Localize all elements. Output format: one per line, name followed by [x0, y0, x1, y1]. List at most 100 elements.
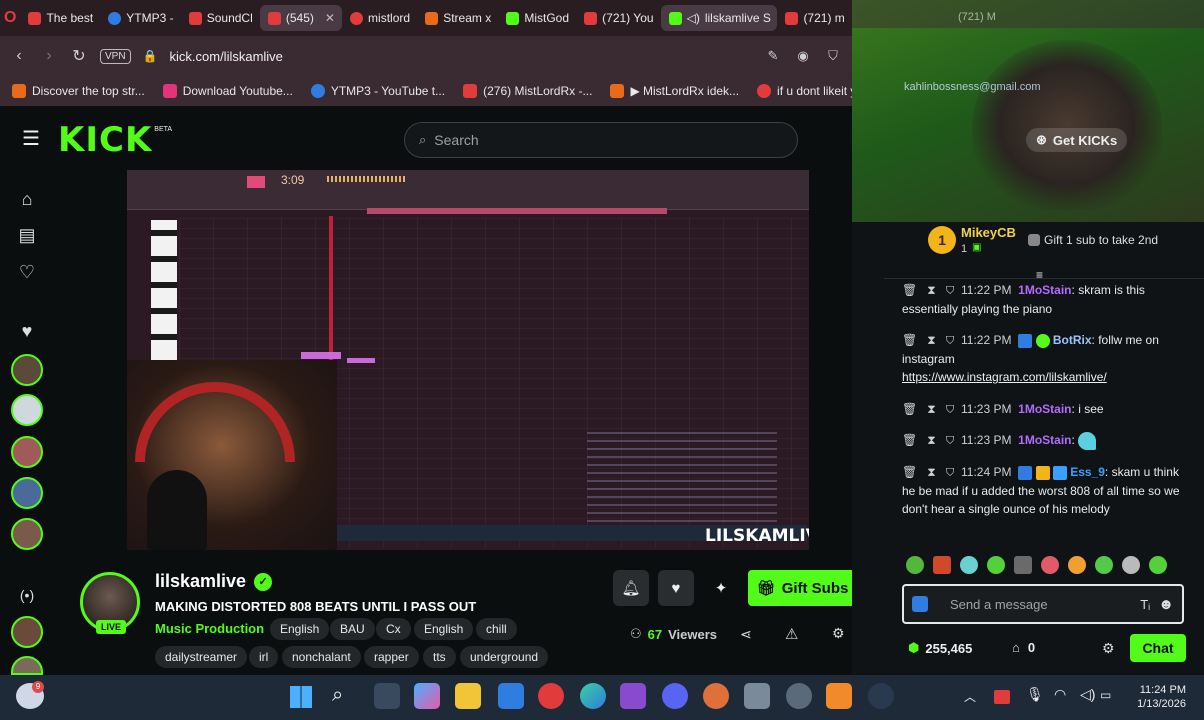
ban-icon[interactable]: ⛉ [946, 433, 955, 447]
windows-start-icon[interactable] [290, 686, 312, 708]
browser-tab[interactable]: (545) ✕ [259, 5, 343, 31]
tag-chip[interactable]: underground [460, 646, 549, 668]
tray-chevron-icon[interactable]: ︿ [964, 688, 976, 705]
emoji-picker-icon[interactable]: ☻ [1158, 596, 1174, 613]
url-field[interactable]: kick.com/lilskamlive [170, 49, 752, 64]
video-player[interactable]: 3:09 LILSKAMLIVE [127, 170, 809, 550]
followed-channel-avatar[interactable] [11, 518, 43, 550]
app-icon[interactable] [498, 683, 524, 709]
tag-chip[interactable]: BAU [330, 618, 375, 640]
live-broadcast-icon[interactable]: (•) [14, 582, 40, 608]
browse-icon[interactable]: ▤ [14, 222, 40, 248]
bookmark-item[interactable]: ▶ MistLordRx idek... [610, 84, 739, 98]
search-input[interactable]: Search [434, 132, 478, 148]
hamburger-menu-icon[interactable]: ☰ [22, 126, 40, 151]
copilot-icon[interactable] [414, 683, 440, 709]
channel-points[interactable]: ⬢ 255,465 [908, 640, 972, 656]
chat-username[interactable]: BotRix [1053, 333, 1092, 347]
followed-channel-avatar[interactable] [11, 354, 43, 386]
following-heart-icon[interactable]: ♡ [14, 259, 40, 285]
bookmark-item[interactable]: Download Youtube... [162, 84, 293, 98]
discord-icon[interactable] [662, 683, 688, 709]
edge-icon[interactable] [580, 683, 606, 709]
bookmark-item[interactable]: Discover the top str... [12, 84, 145, 98]
shield-icon[interactable]: ⛉ [824, 48, 842, 64]
timeout-icon[interactable]: ⧗ [927, 465, 935, 479]
tag-chip[interactable]: dailystreamer [155, 646, 248, 668]
followed-channel-avatar[interactable] [11, 394, 43, 426]
home-icon[interactable]: ⌂ [14, 186, 40, 212]
tag-chip[interactable]: Cx [376, 618, 411, 640]
share-icon[interactable]: ⋖ [740, 626, 752, 643]
tag-chip[interactable]: English [414, 618, 474, 640]
timeout-icon[interactable]: ⧗ [927, 283, 935, 297]
tag-chip[interactable]: irl [249, 646, 279, 668]
recommended-channel-avatar[interactable] [11, 616, 43, 648]
ban-icon[interactable]: ⛉ [946, 283, 955, 297]
camera-app-icon[interactable] [744, 683, 770, 709]
gift-subs-button[interactable]: 🎁︎ Gift Subs [748, 570, 857, 606]
app-icon[interactable] [703, 683, 729, 709]
tray-app-icon[interactable] [994, 690, 1010, 704]
user-settings-icon[interactable]: ⚙ [832, 625, 845, 642]
tag-chip[interactable]: nonchalant [282, 646, 361, 668]
browser-tab[interactable]: (721) m [777, 5, 852, 31]
task-view-icon[interactable] [374, 683, 400, 709]
emote-icon[interactable] [1149, 556, 1167, 574]
ban-icon[interactable]: ⛉ [946, 333, 955, 347]
channel-name[interactable]: lilskamlive [155, 571, 246, 592]
chat-link[interactable]: https://www.instagram.com/lilskamlive/ [902, 370, 1107, 384]
taskbar-search-icon[interactable]: ⌕ [332, 684, 343, 707]
delete-icon[interactable]: 🗑︎ [902, 283, 917, 297]
followed-channel-avatar[interactable] [11, 436, 43, 468]
reload-icon[interactable]: ↻ [70, 46, 88, 66]
chat-username[interactable]: 1MoStain [1018, 402, 1071, 416]
delete-icon[interactable]: 🗑︎ [902, 402, 917, 416]
chat-send-button[interactable]: Chat [1130, 634, 1186, 662]
browser-tab[interactable]: YTMP3 - [100, 5, 180, 31]
bookmark-item[interactable]: YTMP3 - YouTube t... [310, 84, 445, 98]
app-icon[interactable] [786, 683, 812, 709]
kick-logo[interactable]: KICK BETA [58, 120, 172, 160]
timeout-icon[interactable]: ⧗ [927, 333, 935, 347]
delete-icon[interactable]: 🗑︎ [902, 465, 917, 479]
browser-tab[interactable]: (721) You [576, 5, 660, 31]
gift-sub-prompt[interactable]: Gift 1 sub to take 2nd [1028, 233, 1158, 247]
search-bar[interactable]: ⌕ Search [404, 122, 798, 158]
leaderboard-user[interactable]: MikeyCB [961, 225, 1016, 240]
microphone-icon[interactable]: 🎙︎ [1026, 686, 1044, 703]
camera-icon[interactable]: ◉ [794, 48, 812, 64]
emote-icon[interactable] [1095, 556, 1113, 574]
emote-icon[interactable] [960, 556, 978, 574]
emote-icon[interactable] [987, 556, 1005, 574]
sparkle-button[interactable]: ✦ [703, 570, 739, 606]
tag-chip[interactable]: tts [423, 646, 456, 668]
tag-chip[interactable]: English [270, 618, 330, 640]
file-explorer-icon[interactable] [455, 683, 481, 709]
chat-settings-icon[interactable]: ⚙ [1102, 640, 1115, 657]
emote-icon[interactable] [1122, 556, 1140, 574]
emote-icon[interactable] [906, 556, 924, 574]
wifi-icon[interactable]: ◠ [1054, 686, 1066, 703]
lock-icon[interactable]: 🔒 [143, 49, 158, 63]
delete-icon[interactable]: 🗑︎ [902, 333, 917, 347]
ban-icon[interactable]: ⛉ [946, 465, 955, 479]
chat-input-box[interactable]: Send a message Tᵢ ☻ [902, 584, 1184, 624]
notification-bell-button[interactable]: 🔔︎ [613, 570, 649, 606]
timeout-icon[interactable]: ⧗ [927, 402, 935, 416]
tab-close-icon[interactable]: ✕ [325, 11, 335, 25]
get-kicks-button[interactable]: ⊛ Get KICKs [1026, 128, 1128, 152]
browser-tab-current[interactable]: ◁) lilskamlive S [660, 5, 778, 31]
text-format-icon[interactable]: Tᵢ [1140, 597, 1150, 612]
emote-icon[interactable] [1014, 556, 1032, 574]
drag-handle-icon[interactable]: ≡ [1036, 268, 1043, 282]
opera-taskbar-icon[interactable] [538, 683, 564, 709]
emote-icon[interactable] [1068, 556, 1086, 574]
bookmark-item[interactable]: (276) MistLordRx -... [463, 84, 592, 98]
followed-channel-avatar[interactable] [11, 477, 43, 509]
delete-icon[interactable]: 🗑︎ [902, 433, 917, 447]
store-count[interactable]: ⌂ 0 [1012, 640, 1035, 655]
back-icon[interactable]: ‹ [10, 47, 28, 65]
battery-icon[interactable]: ▭ [1100, 688, 1111, 702]
emote-icon[interactable] [1041, 556, 1059, 574]
